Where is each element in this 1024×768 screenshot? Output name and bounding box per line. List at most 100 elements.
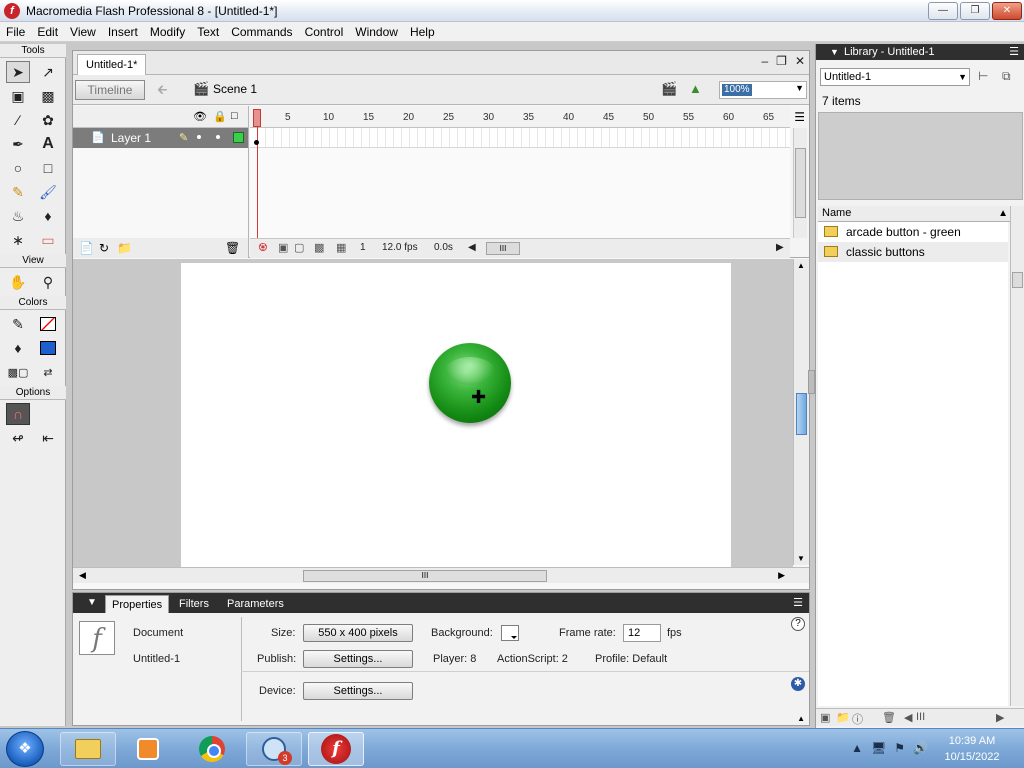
menu-window[interactable]: Window — [349, 22, 404, 42]
stroke-color-swatch[interactable] — [36, 313, 60, 335]
black-white-swap-icon[interactable]: ▩▢ — [6, 361, 30, 383]
name-column-header[interactable]: Name ▲ — [818, 206, 1010, 222]
swap-colors-icon[interactable]: ⇄ — [36, 361, 60, 383]
list-item[interactable]: classic buttons — [818, 242, 1008, 262]
chevron-down-icon[interactable]: ▼ — [958, 69, 967, 85]
scroll-thumb[interactable] — [1012, 272, 1023, 288]
add-motion-guide-icon[interactable]: ↻ — [99, 241, 109, 255]
timeline-toggle-button[interactable]: Timeline — [75, 80, 145, 100]
library-vertical-scrollbar[interactable] — [1010, 206, 1024, 706]
edit-multiple-frames-icon[interactable]: ▩ — [314, 241, 324, 254]
zoom-combobox[interactable]: 100% ▼ — [719, 81, 807, 99]
playhead[interactable] — [253, 109, 261, 127]
brush-tool-icon[interactable]: 🖌 — [36, 181, 60, 203]
eyedropper-tool-icon[interactable]: ∗ — [6, 229, 30, 251]
scroll-thumb[interactable] — [795, 148, 806, 218]
publish-settings-button[interactable]: Settings... — [303, 650, 413, 668]
show-hide-eye-icon[interactable]: 👁 — [193, 110, 207, 123]
frame-cells[interactable] — [250, 128, 790, 148]
arcade-button-green-instance[interactable] — [429, 343, 511, 423]
scroll-left-icon[interactable]: ◀ — [904, 711, 912, 724]
onion-skin-icon[interactable]: ▣ — [278, 241, 288, 254]
stage-vertical-scrollbar[interactable]: ▲ ▼ — [793, 259, 809, 565]
timeline-horizontal-thumb[interactable]: III — [486, 242, 520, 255]
timeline-options-menu-icon[interactable]: ☰ — [794, 110, 805, 124]
outline-icon[interactable]: □ — [231, 110, 238, 122]
size-button[interactable]: 550 x 400 pixels — [303, 624, 413, 642]
collapse-triangle-icon[interactable]: ▼ — [830, 44, 839, 60]
menu-control[interactable]: Control — [299, 22, 350, 42]
collapse-triangle-icon[interactable]: ▼ — [87, 597, 97, 608]
gradient-transform-tool-icon[interactable]: ▩ — [36, 85, 60, 107]
doc-minimize-icon[interactable]: – — [761, 54, 768, 68]
frame-rate-input[interactable]: 12 — [623, 624, 661, 642]
taskbar-chrome[interactable] — [184, 732, 240, 766]
scroll-thumb[interactable] — [796, 393, 807, 435]
device-settings-button[interactable]: Settings... — [303, 682, 413, 700]
straighten-icon[interactable]: ⇤ — [36, 427, 60, 449]
oval-tool-icon[interactable]: ○ — [6, 157, 30, 179]
panel-collapse-handle[interactable] — [808, 370, 815, 394]
network-icon[interactable]: 🖥 — [871, 741, 886, 755]
pencil-tool-icon[interactable]: ✎ — [6, 181, 30, 203]
stage-horizontal-scrollbar[interactable]: ◀ III ▶ — [73, 567, 809, 583]
doc-restore-icon[interactable]: ❐ — [776, 54, 787, 68]
pasteboard[interactable]: ✚ — [73, 259, 793, 567]
panel-options-menu-icon[interactable]: ☰ — [793, 596, 803, 609]
frame-area-empty[interactable] — [250, 148, 790, 238]
pin-library-icon[interactable]: ⊢ — [978, 69, 988, 83]
menu-modify[interactable]: Modify — [144, 22, 191, 42]
close-button[interactable]: ✕ — [992, 2, 1022, 20]
modify-onion-markers-icon[interactable]: ▦ — [336, 241, 346, 254]
document-tab[interactable]: Untitled-1* — [77, 54, 147, 75]
action-center-icon[interactable]: ⚑ — [894, 741, 905, 755]
frame-ruler[interactable]: 1 5 10 15 20 25 30 35 40 45 50 55 60 65 — [250, 106, 790, 128]
menu-commands[interactable]: Commands — [225, 22, 298, 42]
scroll-left-icon[interactable]: ◀ — [79, 570, 86, 581]
onion-skin-outlines-icon[interactable]: ▢ — [294, 241, 304, 254]
scene-label[interactable]: Scene 1 — [213, 82, 257, 96]
eraser-tool-icon[interactable]: ▭ — [36, 229, 60, 251]
taskbar-flash[interactable]: f — [308, 732, 364, 766]
lasso-tool-icon[interactable]: ✿ — [36, 109, 60, 131]
layer-row[interactable]: 📄 Layer 1 ✎ — [73, 128, 249, 148]
paint-bucket-tool-icon[interactable]: ♦ — [36, 205, 60, 227]
text-tool-icon[interactable]: A — [36, 133, 60, 155]
timeline-vertical-scrollbar[interactable] — [793, 128, 807, 238]
sort-order-icon[interactable]: ▲ — [998, 206, 1008, 221]
subselection-tool-icon[interactable]: ↗ — [36, 61, 60, 83]
delete-trash-icon[interactable]: 🗑 — [882, 711, 896, 724]
edit-scene-icon[interactable]: 🎬 — [661, 81, 677, 97]
free-transform-tool-icon[interactable]: ▣ — [6, 85, 30, 107]
help-icon[interactable]: ? — [791, 617, 805, 631]
keyframe[interactable] — [254, 140, 259, 145]
lock-icon[interactable]: 🔒 — [213, 110, 227, 123]
taskbar-search-app[interactable]: 3 — [246, 732, 302, 766]
rectangle-tool-icon[interactable]: □ — [36, 157, 60, 179]
minimize-button[interactable]: — — [928, 2, 958, 20]
menu-view[interactable]: View — [64, 22, 102, 42]
layer-visible-dot[interactable] — [197, 135, 201, 139]
tab-parameters[interactable]: Parameters — [221, 595, 290, 613]
scroll-up-icon[interactable]: ▲ — [797, 261, 805, 270]
edit-symbols-icon[interactable]: ▲ — [689, 81, 702, 96]
scroll-right-icon[interactable]: ▶ — [778, 570, 785, 581]
insert-layer-icon[interactable]: 📄 — [79, 241, 94, 255]
pen-tool-icon[interactable]: ✒ — [6, 133, 30, 155]
layer-lock-dot[interactable] — [216, 135, 220, 139]
taskbar-explorer[interactable] — [60, 732, 116, 766]
layer-outline-color-swatch[interactable] — [233, 132, 244, 143]
new-symbol-icon[interactable]: ▣ — [820, 711, 830, 724]
tab-filters[interactable]: Filters — [173, 595, 215, 613]
menu-insert[interactable]: Insert — [102, 22, 144, 42]
fill-color-swatch[interactable] — [36, 337, 60, 359]
insert-layer-folder-icon[interactable]: 📁 — [117, 241, 132, 255]
library-select[interactable]: Untitled-1 ▼ — [820, 68, 970, 86]
library-header[interactable]: ▼ Library - Untitled-1 ☰ — [816, 44, 1024, 60]
accessibility-icon[interactable]: ✱ — [791, 677, 805, 691]
line-tool-icon[interactable]: ∕ — [6, 109, 30, 131]
new-library-panel-icon[interactable]: ⧉ — [1002, 69, 1011, 84]
taskbar-media-player[interactable] — [120, 732, 176, 766]
restore-button[interactable]: ❐ — [960, 2, 990, 20]
resize-up-icon[interactable]: ▲ — [797, 714, 805, 723]
